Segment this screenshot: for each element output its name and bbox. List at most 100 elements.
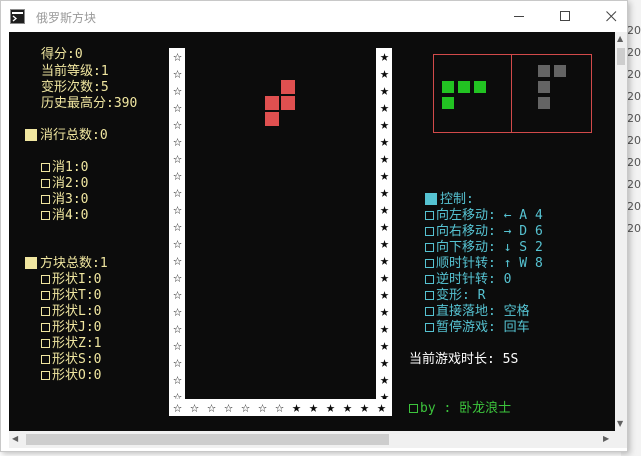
- shape-item: 形状S:0: [41, 352, 101, 368]
- next-next-block-cell: [538, 97, 550, 109]
- shape-item-label: 形状O:0: [52, 368, 102, 383]
- scroll-down-icon[interactable]: ▼: [617, 420, 623, 428]
- falling-block-cell: [281, 80, 295, 94]
- falling-block-cell: [281, 96, 295, 110]
- control-item: 直接落地: 空格: [425, 304, 530, 320]
- background-label: 20: [627, 68, 641, 81]
- checkbox-icon: [425, 211, 434, 220]
- checkbox-icon: [41, 163, 50, 172]
- wall-star-icon: ☆: [172, 234, 183, 252]
- wall-star-icon: ★: [379, 319, 390, 337]
- lines-item-label: 消2:0: [52, 176, 89, 191]
- wall-star-icon: ★: [379, 81, 390, 99]
- control-item: 变形: R: [425, 288, 485, 304]
- rotations-text: 变形次数:5: [41, 80, 109, 95]
- wall-star-icon: ☆: [172, 336, 183, 354]
- control-item-label: 暂停游戏: 回车: [436, 320, 530, 335]
- minimize-button[interactable]: [496, 1, 542, 32]
- next-block-cell: [458, 81, 470, 93]
- console-area: 得分:0 当前等级:1 变形次数:5 历史最高分:390 消行总数:0 消1:0…: [9, 32, 615, 431]
- checkbox-icon: [41, 307, 50, 316]
- wall-star-icon: ★: [379, 47, 390, 65]
- background-label: 20: [627, 46, 641, 59]
- close-icon: [605, 11, 616, 22]
- wall-star-icon: ★: [379, 98, 390, 116]
- wall-star-icon: ☆: [172, 319, 183, 337]
- floor-star-icon: ★: [308, 398, 319, 416]
- shape-item: 形状I:0: [41, 272, 101, 288]
- wall-star-icon: ☆: [172, 47, 183, 65]
- shape-item-label: 形状J:0: [52, 320, 102, 335]
- wall-star-icon: ☆: [172, 285, 183, 303]
- maximize-button[interactable]: [542, 1, 588, 32]
- preview-divider: [511, 54, 512, 133]
- horizontal-scrollbar[interactable]: ◀ ▶: [9, 431, 615, 448]
- vertical-scrollbar[interactable]: ▲ ▼: [615, 32, 627, 431]
- right-wall-stars: ★ ★ ★ ★ ★ ★ ★ ★ ★ ★ ★ ★ ★ ★ ★ ★ ★ ★ ★ ★ ★: [376, 48, 393, 405]
- scrollbar-corner: [615, 431, 627, 448]
- left-wall-stars: ☆ ☆ ☆ ☆ ☆ ☆ ☆ ☆ ☆ ☆ ☆ ☆ ☆ ☆ ☆ ☆ ☆ ☆ ☆ ☆ ☆: [169, 48, 186, 405]
- floor-star-icon: ☆: [172, 398, 183, 416]
- wall-star-icon: ☆: [172, 251, 183, 269]
- score-text: 得分:0: [41, 47, 83, 62]
- control-item: 向左移动: ← A 4: [425, 208, 543, 224]
- next-block-cell: [474, 81, 486, 93]
- wall-star-icon: ★: [379, 370, 390, 388]
- wall-star-icon: ☆: [172, 64, 183, 82]
- checkbox-icon: [409, 404, 418, 413]
- control-item: 暂停游戏: 回车: [425, 320, 530, 336]
- checkbox-icon: [41, 355, 50, 364]
- high-score-text: 历史最高分:390: [41, 96, 138, 111]
- checkbox-icon: [425, 259, 434, 268]
- vertical-scroll-thumb[interactable]: [617, 48, 625, 65]
- shape-item: 形状O:0: [41, 368, 101, 384]
- checkbox-icon: [425, 323, 434, 332]
- next-next-block-cell: [554, 65, 566, 77]
- checkbox-icon: [41, 195, 50, 204]
- floor-star-icon: ★: [291, 398, 302, 416]
- lines-item-label: 消3:0: [52, 192, 89, 207]
- next-piece-preview: [433, 54, 592, 133]
- scroll-right-icon[interactable]: ▶: [603, 435, 609, 443]
- wall-star-icon: ☆: [172, 217, 183, 235]
- control-item-label: 向左移动: ← A 4: [436, 208, 543, 223]
- wall-star-icon: ★: [379, 285, 390, 303]
- checkbox-icon: [41, 291, 50, 300]
- wall-star-icon: ☆: [172, 200, 183, 218]
- background-label: 20: [627, 112, 641, 125]
- title-bar[interactable]: 俄罗斯方块: [1, 1, 627, 32]
- wall-star-icon: ★: [379, 64, 390, 82]
- credit-text: by : 卧龙浪士: [420, 401, 512, 416]
- blocks-total-row: 方块总数:1: [25, 256, 108, 272]
- checkbox-icon: [41, 179, 50, 188]
- controls-header-row: 控制:: [425, 192, 474, 208]
- scroll-up-icon[interactable]: ▲: [617, 35, 623, 43]
- window-title: 俄罗斯方块: [36, 11, 97, 25]
- control-item-label: 向右移动: → D 6: [436, 224, 543, 239]
- control-item-label: 逆时针转: 0: [436, 272, 512, 287]
- blocks-total-marker: [25, 257, 37, 269]
- lines-total-marker: [25, 129, 37, 141]
- wall-star-icon: ★: [379, 268, 390, 286]
- wall-star-icon: ☆: [172, 149, 183, 167]
- lines-total-row: 消行总数:0: [25, 128, 108, 144]
- control-item-label: 顺时针转: ↑ W 8: [436, 256, 543, 271]
- wall-star-icon: ★: [379, 132, 390, 150]
- close-button[interactable]: [588, 1, 634, 32]
- blocks-total-text: 方块总数:1: [40, 256, 108, 271]
- lines-item: 消1:0: [41, 160, 88, 176]
- floor-star-icon: ★: [359, 398, 370, 416]
- lines-item: 消4:0: [41, 208, 88, 224]
- checkbox-icon: [41, 371, 50, 380]
- game-time-text: 当前游戏时长: 5S: [409, 352, 519, 367]
- horizontal-scroll-thumb[interactable]: [26, 434, 389, 445]
- wall-star-icon: ★: [379, 302, 390, 320]
- checkbox-icon: [425, 275, 434, 284]
- next-block-cell: [442, 81, 454, 93]
- shape-item: 形状L:0: [41, 304, 101, 320]
- shape-item-label: 形状L:0: [52, 304, 102, 319]
- scroll-left-icon[interactable]: ◀: [12, 435, 18, 443]
- control-item: 向下移动: ↓ S 2: [425, 240, 543, 256]
- control-item: 逆时针转: 0: [425, 272, 511, 288]
- checkbox-icon: [41, 339, 50, 348]
